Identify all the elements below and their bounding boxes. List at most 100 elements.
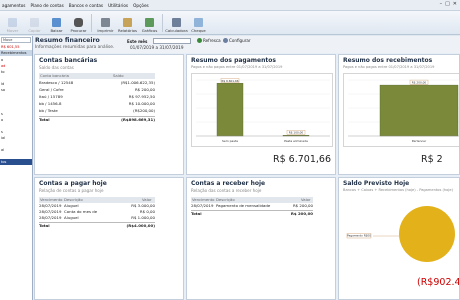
panel-subtitle: Bancos + Caixas + Recebimentos (hoje) - … [343, 188, 453, 192]
menu-item-pagamentos[interactable]: agamentos [2, 3, 26, 8]
panel-contas-bancarias: Contas bancárias Saldo das contas Conta … [34, 54, 184, 175]
panel-subtitle: Pagos e não pagos entre 01/07/2019 a 31/… [343, 65, 435, 69]
mover-button[interactable]: Mover [2, 18, 23, 33]
panel-resumo-recebimentos: Resumo dos recebimentos Pagos e não pago… [338, 54, 460, 175]
cheque-button[interactable]: Cheque [188, 18, 209, 33]
period-select[interactable] [153, 38, 191, 44]
payments-bar-chart: R$ 6.601,66 Sem pasta R$ 100,00 Pasta elimi… [191, 73, 333, 147]
payments-total: R$ 6.701,66 [273, 154, 331, 165]
table-row[interactable]: Itaú / 15789 R$ 97.952,50 [39, 94, 155, 100]
account-balance: R$ 97.952,50 [128, 94, 155, 99]
table-total-row: Total (R$4.000,00) [39, 222, 155, 228]
baixar-button[interactable]: Baixar [46, 18, 67, 33]
account-balance: R$ 200,00 [134, 87, 155, 92]
chart-x-tick-label: Sem pasta [222, 139, 238, 143]
chart-data-label: R$ 200,00 [412, 81, 427, 85]
copy-icon [30, 18, 39, 27]
table-row[interactable]: bb / 1456-8 R$ 10.000,00 [39, 101, 155, 107]
calculadora-button[interactable]: Calculadora [165, 18, 188, 33]
panel-title: Resumo dos recebimentos [343, 57, 433, 64]
table-row[interactable]: Geral / Cofre R$ 200,00 [39, 87, 155, 93]
description: Aluguel [64, 215, 79, 220]
chart-x-tick-label: Pasta eliminada [284, 139, 308, 143]
forecast-pie-chart: Pagamento R$00 [346, 206, 455, 262]
sidebar-list: o ad to ld sa s o s ial al tos [0, 57, 32, 165]
account-name: bb / 1456-8 [39, 101, 62, 106]
procurar-label: Procurar [70, 28, 87, 33]
printer-icon [101, 18, 110, 27]
panel-subtitle: Relação de contas a pagar hoje [39, 188, 104, 193]
menu-item-opcoes[interactable]: Opções [133, 3, 149, 8]
total-label: Total [191, 211, 202, 216]
table-total-row: Total (R$898.669,31) [39, 116, 155, 122]
window-controls: – □ ✕ [440, 1, 457, 7]
chart-data-label: R$ 6.601,66 [221, 79, 238, 83]
panel-title: Resumo dos pagamentos [191, 57, 276, 64]
table-row[interactable]: 28/07/2019 Aluguel R$ 1.000,00 [39, 215, 155, 221]
total-value: (R$4.000,00) [126, 223, 155, 228]
pie-slice [399, 206, 455, 262]
sidebar-item[interactable]: tos [0, 159, 32, 165]
configure-button[interactable]: Configurar [223, 38, 251, 43]
report-icon [123, 18, 132, 27]
download-icon [52, 18, 61, 27]
refresh-label: Refresca [203, 38, 221, 43]
receipts-bar-chart: R$ 200,00 Pertencer [343, 73, 459, 147]
menu-item-bancos-e-contas[interactable]: Bancos e contas [69, 3, 103, 8]
cheque-label: Cheque [191, 28, 206, 33]
chart-icon [145, 18, 154, 27]
forecast-total: (R$902.46 [417, 277, 460, 288]
table-total-row: Total R$ 200,00 [191, 210, 313, 216]
account-name: Geral / Cofre [39, 87, 64, 92]
panel-subtitle: Saldo das contas [39, 65, 74, 70]
menu-item-plano-de-contas[interactable]: Plano de contas [31, 3, 64, 8]
menu-item-utilitarios[interactable]: Utilitários [108, 3, 128, 8]
move-icon [8, 18, 17, 27]
pie-data-label: Pagamento R$00 [347, 234, 371, 238]
calculator-icon [172, 18, 181, 27]
minimize-button[interactable]: – [440, 1, 443, 7]
graficos-button[interactable]: Gráficos [139, 18, 160, 33]
imprimir-button[interactable]: Imprimir [95, 18, 116, 33]
panel-contas-receber: Contas a receber hoje Relação das contas… [186, 177, 336, 300]
panel-title: Saldo Previsto Hoje [343, 180, 410, 187]
toolbar-separator [162, 14, 163, 32]
due-date: 28/07/2019 [191, 203, 214, 208]
panel-resumo-pagamentos: Resumo dos pagamentos Pagos e não pagos … [186, 54, 336, 175]
account-name: bb / Teste [39, 108, 58, 113]
column-header-conta: Conta bancária [40, 73, 69, 78]
summary-header: Resumo financeiro Informações resumidas … [34, 36, 460, 53]
toolbar-separator [91, 14, 92, 32]
page-title: Resumo financeiro [35, 37, 100, 44]
period-dates: 01/07/2019 a 31/07/2019 [130, 45, 184, 50]
copiar-button[interactable]: Copiar [24, 18, 45, 33]
total-value: R$ 200,00 [290, 211, 313, 216]
panel-contas-pagar: Contas a pagar hoje Relação de contas a … [34, 177, 184, 300]
table-row[interactable]: bb / Teste (R$200,00) [39, 108, 155, 114]
account-balance: (R$1.006.622,35) [120, 80, 155, 85]
table-row[interactable]: 28/07/2019 Pagamento de mensalidade R$ 200… [191, 203, 313, 209]
account-name: Bradesco / 12548 [39, 80, 74, 85]
procurar-button[interactable]: Procurar [68, 18, 89, 33]
panel-title: Contas a receber hoje [191, 180, 266, 187]
sidebar-combo[interactable]: Move [1, 37, 31, 43]
panel-saldo-previsto: Saldo Previsto Hoje Bancos + Caixas + Re… [338, 177, 460, 300]
maximize-button[interactable]: □ [445, 1, 450, 7]
toolbar: Mover Copiar Baixar Procurar Imprimir Re… [0, 11, 460, 35]
main-content: Resumo financeiro Informações resumidas … [33, 36, 460, 300]
period-label: Este mês [127, 39, 148, 44]
gear-icon [223, 38, 228, 43]
chart-data-label: R$ 100,00 [289, 131, 304, 135]
total-value: (R$898.669,31) [121, 117, 155, 122]
total-label: Total [39, 223, 50, 228]
relatorios-button[interactable]: Relatórios [117, 18, 138, 33]
menu-bar: agamentos Plano de contas Bancos e conta… [0, 0, 460, 11]
close-button[interactable]: ✕ [453, 1, 457, 7]
table-row[interactable]: Bradesco / 12548 (R$1.006.622,35) [39, 80, 155, 86]
graficos-label: Gráficos [141, 28, 158, 33]
refresh-button[interactable]: Refresca [197, 38, 221, 43]
panel-title: Contas a pagar hoje [39, 180, 107, 187]
column-header-saldo: Saldo [113, 73, 124, 78]
refresh-icon [197, 38, 202, 43]
sidebar-tab-recebimentos[interactable]: Recebimentos [0, 50, 32, 56]
